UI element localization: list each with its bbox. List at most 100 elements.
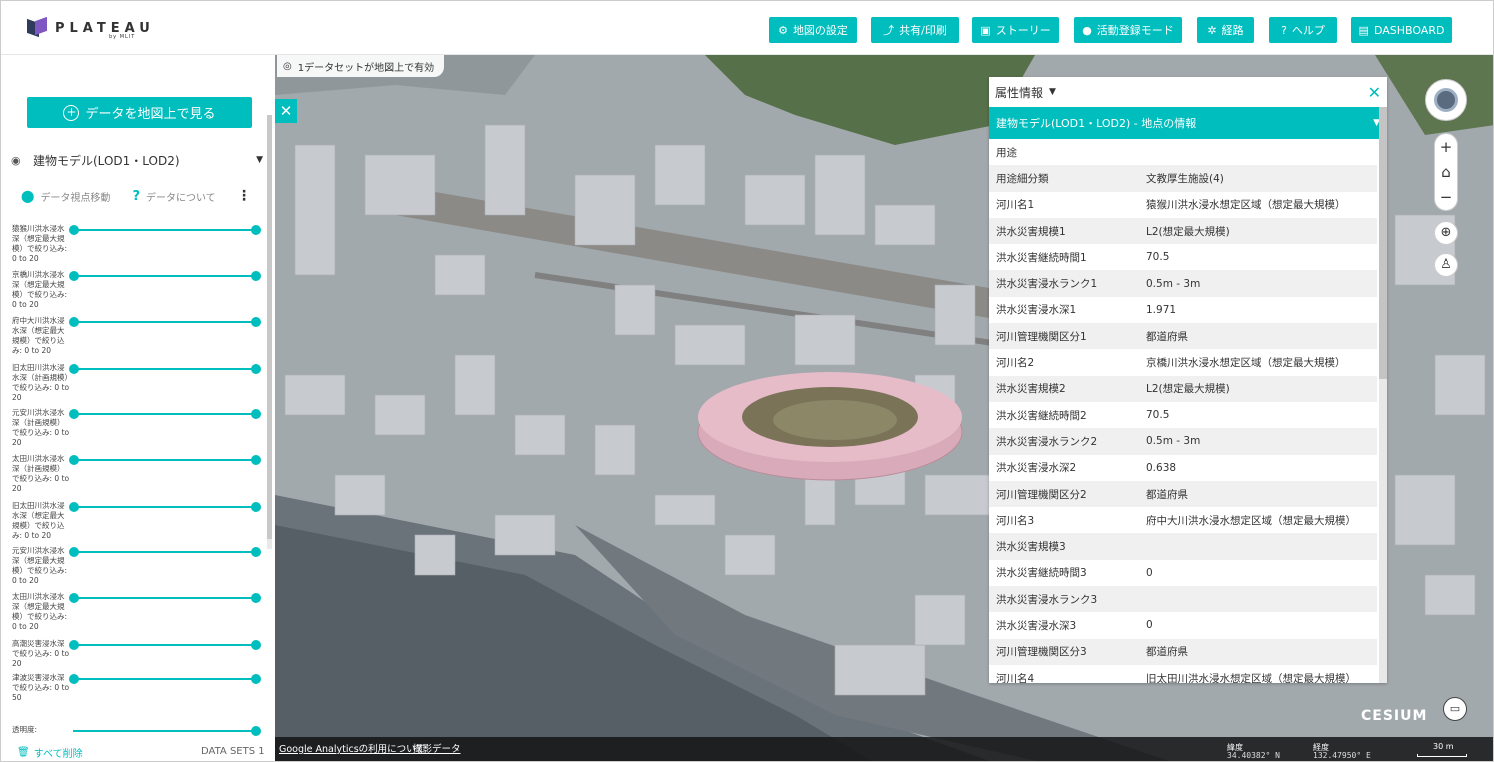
latitude-value: 34.40382° N (1227, 751, 1280, 760)
slider-min-handle[interactable] (69, 409, 79, 419)
dataset-name: 建物モデル(LOD1・LOD2) (33, 153, 180, 168)
filter-range-slider[interactable] (69, 502, 261, 512)
feedback-button[interactable]: ▭ (1443, 697, 1467, 721)
plateau-logo[interactable]: PLATEAU (27, 16, 155, 39)
attribute-key: 洪水災害規模2 (996, 383, 1066, 396)
attribute-scrollbar[interactable] (1379, 107, 1387, 683)
opacity-slider-handle[interactable] (251, 726, 261, 736)
my-location-button[interactable]: ⊕ (1434, 221, 1458, 245)
slider-min-handle[interactable] (69, 271, 79, 281)
zoom-out-button[interactable]: − (1440, 188, 1453, 206)
filter-label: 元安川洪水浸水深（想定最大規模）で絞り込み: 0 to 20 (12, 546, 68, 585)
analytics-link[interactable]: Google Analyticsの利用について (279, 741, 425, 755)
panel-scroll-thumb[interactable] (267, 115, 272, 539)
slider-min-handle[interactable] (69, 225, 79, 235)
help-button[interactable]: ? ヘルプ (1269, 17, 1337, 43)
attribute-scroll-thumb[interactable] (1379, 107, 1387, 379)
attribute-panel-header[interactable]: 属性情報 ▼ ✕ (989, 77, 1387, 107)
attribute-table: 用途 用途細分類 文教厚生施設(4) 河川名1 猿猴川洪水浸水想定区域（想定最大規模） 洪… (989, 139, 1377, 683)
filter-range-slider[interactable] (69, 364, 261, 374)
compass-button[interactable] (1425, 79, 1467, 121)
slider-max-handle[interactable] (251, 409, 261, 419)
route-button[interactable]: ✲ 経路 (1197, 17, 1254, 43)
slider-max-handle[interactable] (251, 593, 261, 603)
zoom-in-button[interactable]: + (1440, 138, 1453, 156)
filter-range-slider[interactable] (69, 674, 261, 684)
attribute-value: 0.5m - 3m (1146, 435, 1201, 448)
attribute-value: 都道府県 (1146, 330, 1188, 343)
cesium-logo[interactable]: CESIUM (1361, 708, 1427, 724)
attribute-key: 洪水災害継続時間2 (996, 409, 1087, 422)
attribute-key: 河川管理機関区分2 (996, 488, 1087, 501)
map-settings-button[interactable]: ⚙ 地図の設定 (769, 17, 857, 43)
scale-label: 30 m (1433, 742, 1454, 751)
slider-min-handle[interactable] (69, 547, 79, 557)
dashboard-button[interactable]: ▤ DASHBOARD (1351, 17, 1452, 43)
close-panel-button[interactable]: ✕ (275, 99, 297, 123)
filter-range-slider[interactable] (69, 409, 261, 419)
book-icon: ▤ (1358, 23, 1369, 37)
attribute-row: 洪水災害浸水ランク1 0.5m - 3m (989, 270, 1377, 297)
more-vertical-icon[interactable]: ⋮ (237, 188, 251, 204)
slider-max-handle[interactable] (251, 547, 261, 557)
attribute-value: 都道府県 (1146, 488, 1188, 501)
remove-all-button[interactable]: 🗑 すべて削除 (17, 745, 83, 760)
attribute-key: 河川名1 (996, 199, 1035, 212)
filter-label: 太田川洪水浸水深（計画規模）で絞り込み: 0 to 20 (12, 454, 70, 493)
story-button[interactable]: ▣ ストーリー (972, 17, 1059, 43)
question-icon: ? (132, 188, 140, 204)
move-to-data-view-link[interactable]: データ視点移動 (40, 189, 110, 204)
about-data-link[interactable]: データについて (146, 189, 216, 204)
slider-min-handle[interactable] (69, 593, 79, 603)
filter-range-slider[interactable] (69, 317, 261, 327)
close-icon[interactable]: ✕ (1368, 83, 1381, 102)
filter-range-slider[interactable] (69, 593, 261, 603)
filter-range-slider[interactable] (69, 455, 261, 465)
route-icon: ✲ (1207, 23, 1217, 37)
filter-range-slider[interactable] (69, 547, 261, 557)
attribute-key: 洪水災害浸水ランク3 (996, 593, 1098, 606)
street-view-button[interactable]: ♙ (1434, 253, 1458, 277)
home-icon[interactable]: ⌂ (1441, 163, 1451, 181)
slider-min-handle[interactable] (69, 502, 79, 512)
attribute-section-header[interactable]: 建物モデル(LOD1・LOD2) - 地点の情報 ▼ (989, 107, 1387, 139)
slider-max-handle[interactable] (251, 674, 261, 684)
attribute-row: 河川名1 猿猴川洪水浸水想定区域（想定最大規模） (989, 192, 1377, 218)
attribute-value: L2(想定最大規模) (1146, 225, 1230, 238)
filter-range-slider[interactable] (69, 225, 261, 235)
filter-label: 府中大川洪水浸水深（想定最大規模）で絞り込み: 0 to 20 (12, 316, 65, 355)
imagery-link[interactable]: 撮影データ (413, 741, 461, 755)
slider-min-handle[interactable] (69, 364, 79, 374)
slider-max-handle[interactable] (251, 455, 261, 465)
slider-max-handle[interactable] (251, 364, 261, 374)
dataset-header[interactable]: ◉ 建物モデル(LOD1・LOD2) ▼ (11, 151, 263, 169)
slider-max-handle[interactable] (251, 225, 261, 235)
plateau-logo-icon (27, 16, 47, 39)
share-print-button[interactable]: ⤴ 共有/印刷 (871, 17, 959, 43)
slider-max-handle[interactable] (251, 317, 261, 327)
caret-down-icon[interactable]: ▼ (1049, 87, 1056, 97)
attribute-row: 河川管理機関区分3 都道府県 (989, 638, 1377, 665)
attribute-row: 洪水災害浸水ランク2 0.5m - 3m (989, 428, 1377, 455)
slider-max-handle[interactable] (251, 502, 261, 512)
opacity-slider[interactable] (73, 726, 261, 736)
slider-min-handle[interactable] (69, 455, 79, 465)
attribute-value: 70.5 (1146, 409, 1170, 422)
activity-mode-button[interactable]: ● 活動登録モード (1074, 17, 1182, 43)
slider-max-handle[interactable] (251, 271, 261, 281)
slider-min-handle[interactable] (69, 317, 79, 327)
slider-min-handle[interactable] (69, 640, 79, 650)
slider-max-handle[interactable] (251, 640, 261, 650)
caret-down-icon[interactable]: ▼ (256, 155, 263, 165)
attribute-key: 河川名2 (996, 357, 1035, 370)
opacity-label: 透明度: (12, 725, 38, 734)
filter-label: 高潮災害浸水深で絞り込み: 0 to 20 (12, 639, 70, 668)
filter-range-slider[interactable] (69, 271, 261, 281)
attribute-section-title: 建物モデル(LOD1・LOD2) - 地点の情報 (996, 117, 1197, 130)
filter-range-slider[interactable] (69, 640, 261, 650)
slider-min-handle[interactable] (69, 674, 79, 684)
eye-icon[interactable]: ◉ (11, 154, 25, 167)
view-data-on-map-button[interactable]: + データを地図上で見る (27, 97, 252, 128)
chat-icon: ▭ (1449, 702, 1461, 715)
attribute-value: L2(想定最大規模) (1146, 383, 1230, 396)
